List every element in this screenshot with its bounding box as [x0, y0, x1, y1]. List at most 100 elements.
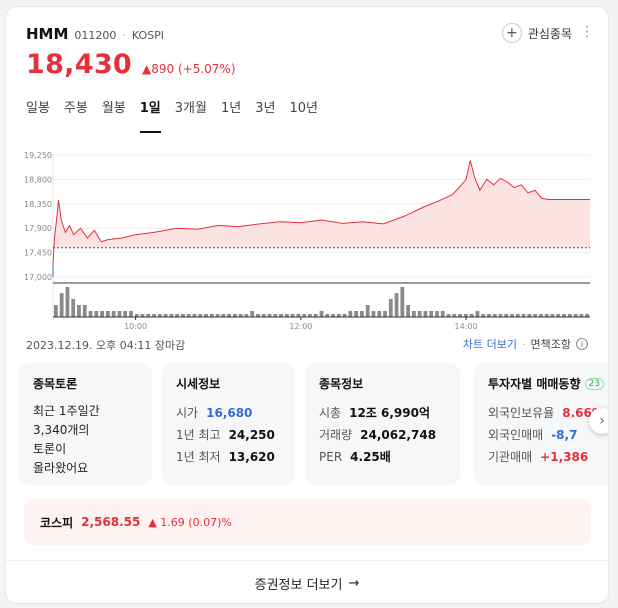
volume-bar [65, 287, 70, 317]
discussion-title: 종목토론 [33, 377, 78, 391]
tab-1year[interactable]: 1년 [214, 99, 248, 133]
volume-bar [59, 293, 64, 317]
volume-bar [440, 311, 445, 317]
stock-header: HMM 011200 · KOSPI [26, 25, 164, 43]
kv-key: PER [319, 450, 343, 464]
tab-daily[interactable]: 일봉 [26, 99, 57, 133]
stock-name[interactable]: HMM [26, 25, 68, 43]
more-stock-info-button[interactable]: 증권정보 더보기 → [6, 561, 608, 603]
separator-dot: · [122, 29, 126, 42]
x-tick-label: 14:00 [455, 322, 478, 331]
volume-bar [388, 299, 393, 317]
volume-bar [250, 311, 255, 317]
info-icon[interactable]: i [576, 338, 588, 350]
kv-value: 13,620 [228, 450, 275, 464]
tab-3years[interactable]: 3년 [248, 99, 282, 133]
kv-value: 16,680 [206, 406, 253, 420]
disclaimer-link[interactable]: 면책조항 [531, 336, 571, 352]
separator-dot: · [522, 337, 526, 351]
volume-bar [54, 305, 58, 317]
volume-bar [412, 311, 416, 317]
volume-bar [377, 311, 382, 317]
kospi-value: 2,568.55 [81, 515, 141, 529]
exchange-label: KOSPI [131, 29, 165, 42]
stock-info-card[interactable]: 종목정보 시총 12조 6,990억 거래량 24,062,748 PER 4.… [305, 363, 460, 485]
discussion-line: 토론이 [33, 442, 67, 456]
y-tick-label: 17,900 [24, 224, 52, 233]
volume-bar [371, 311, 376, 317]
stock-widget: HMM 011200 · KOSPI + 관심종목 ⋮ 18,430 ▲890 … [5, 6, 609, 604]
volume-bar [406, 305, 410, 317]
price-row: 18,430 ▲890 (+5.07%) [26, 49, 236, 80]
volume-bar [423, 311, 428, 317]
volume-bar [383, 311, 387, 317]
arrow-right-icon: → [348, 575, 360, 591]
y-tick-label: 18,350 [24, 200, 52, 209]
kv-key: 거래량 [319, 428, 353, 442]
y-tick-label: 17,000 [24, 273, 52, 282]
investor-title: 투자자별 매매동향 23 [488, 375, 608, 392]
tab-1day[interactable]: 1일 [133, 99, 168, 133]
discussion-card[interactable]: 종목토론 최근 1주일간 3,340개의 토론이 올라왔어요 [19, 363, 152, 485]
x-tick-label: 10:00 [124, 322, 147, 331]
tab-monthly[interactable]: 월봉 [95, 99, 133, 133]
more-stock-info-label: 증권정보 더보기 [254, 577, 343, 593]
volume-bar [111, 311, 116, 317]
period-tabs: 일봉 주봉 월봉 1일 3개월 1년 3년 10년 [26, 99, 325, 133]
volume-bar [400, 287, 405, 317]
volume-bar [100, 311, 104, 317]
volume-bar [354, 311, 359, 317]
y-tick-label: 17,450 [24, 249, 52, 258]
kv-value: 12조 6,990억 [349, 406, 431, 420]
stock-code: 011200 [74, 29, 117, 42]
kv-row: 거래량 24,062,748 [319, 424, 446, 446]
volume-bar [88, 311, 93, 317]
kv-key: 시가 [176, 406, 199, 420]
plus-icon: + [501, 23, 522, 43]
market-info-title: 시세정보 [176, 377, 221, 391]
kospi-index-bar[interactable]: 코스피 2,568.55 ▲ 1.69 (0.07)% [24, 499, 591, 545]
y-tick-label: 18,800 [24, 175, 52, 184]
volume-bar [394, 293, 399, 317]
volume-bar [77, 305, 81, 317]
volume-bar [365, 305, 370, 317]
volume-bar [319, 311, 324, 317]
volume-bar [117, 311, 122, 317]
volume-bar [94, 311, 99, 317]
volume-bar [105, 311, 110, 317]
price-change: ▲890 (+5.07%) [142, 62, 236, 76]
chevron-right-icon: › [599, 413, 605, 429]
price-area [53, 160, 590, 266]
current-price: 18,430 [26, 49, 132, 80]
y-tick-label: 19,250 [24, 151, 52, 160]
market-info-card[interactable]: 시세정보 시가 16,680 1년 최고 24,250 1년 최저 13,620 [162, 363, 295, 485]
volume-bar [360, 311, 364, 317]
tab-weekly[interactable]: 주봉 [57, 99, 95, 133]
kv-row: 1년 최고 24,250 [176, 424, 281, 446]
tab-3months[interactable]: 3개월 [168, 99, 214, 133]
kospi-label: 코스피 [40, 515, 74, 530]
kv-value: +1,386 [540, 450, 589, 464]
discussion-line: 최근 1주일간 [33, 404, 100, 418]
date-badge: 23 [584, 377, 604, 390]
intraday-price-chart[interactable]: 19,250 18,800 18,350 17,900 17,450 17,000 10:0… [6, 143, 609, 333]
tab-10years[interactable]: 10년 [282, 99, 325, 133]
kv-value: 24,062,748 [360, 428, 437, 442]
x-tick-label: 12:00 [289, 322, 312, 331]
kv-key: 1년 최고 [176, 428, 221, 442]
watchlist-label: 관심종목 [527, 26, 572, 41]
volume-bar [475, 311, 480, 317]
kv-value: 4.25배 [350, 450, 391, 464]
chart-more-link[interactable]: 차트 더보기 [463, 336, 517, 352]
investor-title-text: 투자자별 매매동향 [488, 377, 581, 391]
market-status: 2023.12.19. 오후 04:11 장마감 [26, 339, 186, 352]
more-options-icon[interactable]: ⋮ [580, 25, 594, 39]
volume-bar [348, 311, 353, 317]
next-cards-button[interactable]: › [589, 408, 608, 434]
kv-row: 시가 16,680 [176, 402, 281, 424]
volume-bar [82, 305, 87, 317]
price-change-value: ▲890 [142, 62, 175, 76]
kospi-change: ▲ 1.69 (0.07)% [148, 515, 232, 529]
watchlist-button[interactable]: + 관심종목 [501, 23, 572, 43]
kv-value: -8,7 [551, 428, 578, 442]
